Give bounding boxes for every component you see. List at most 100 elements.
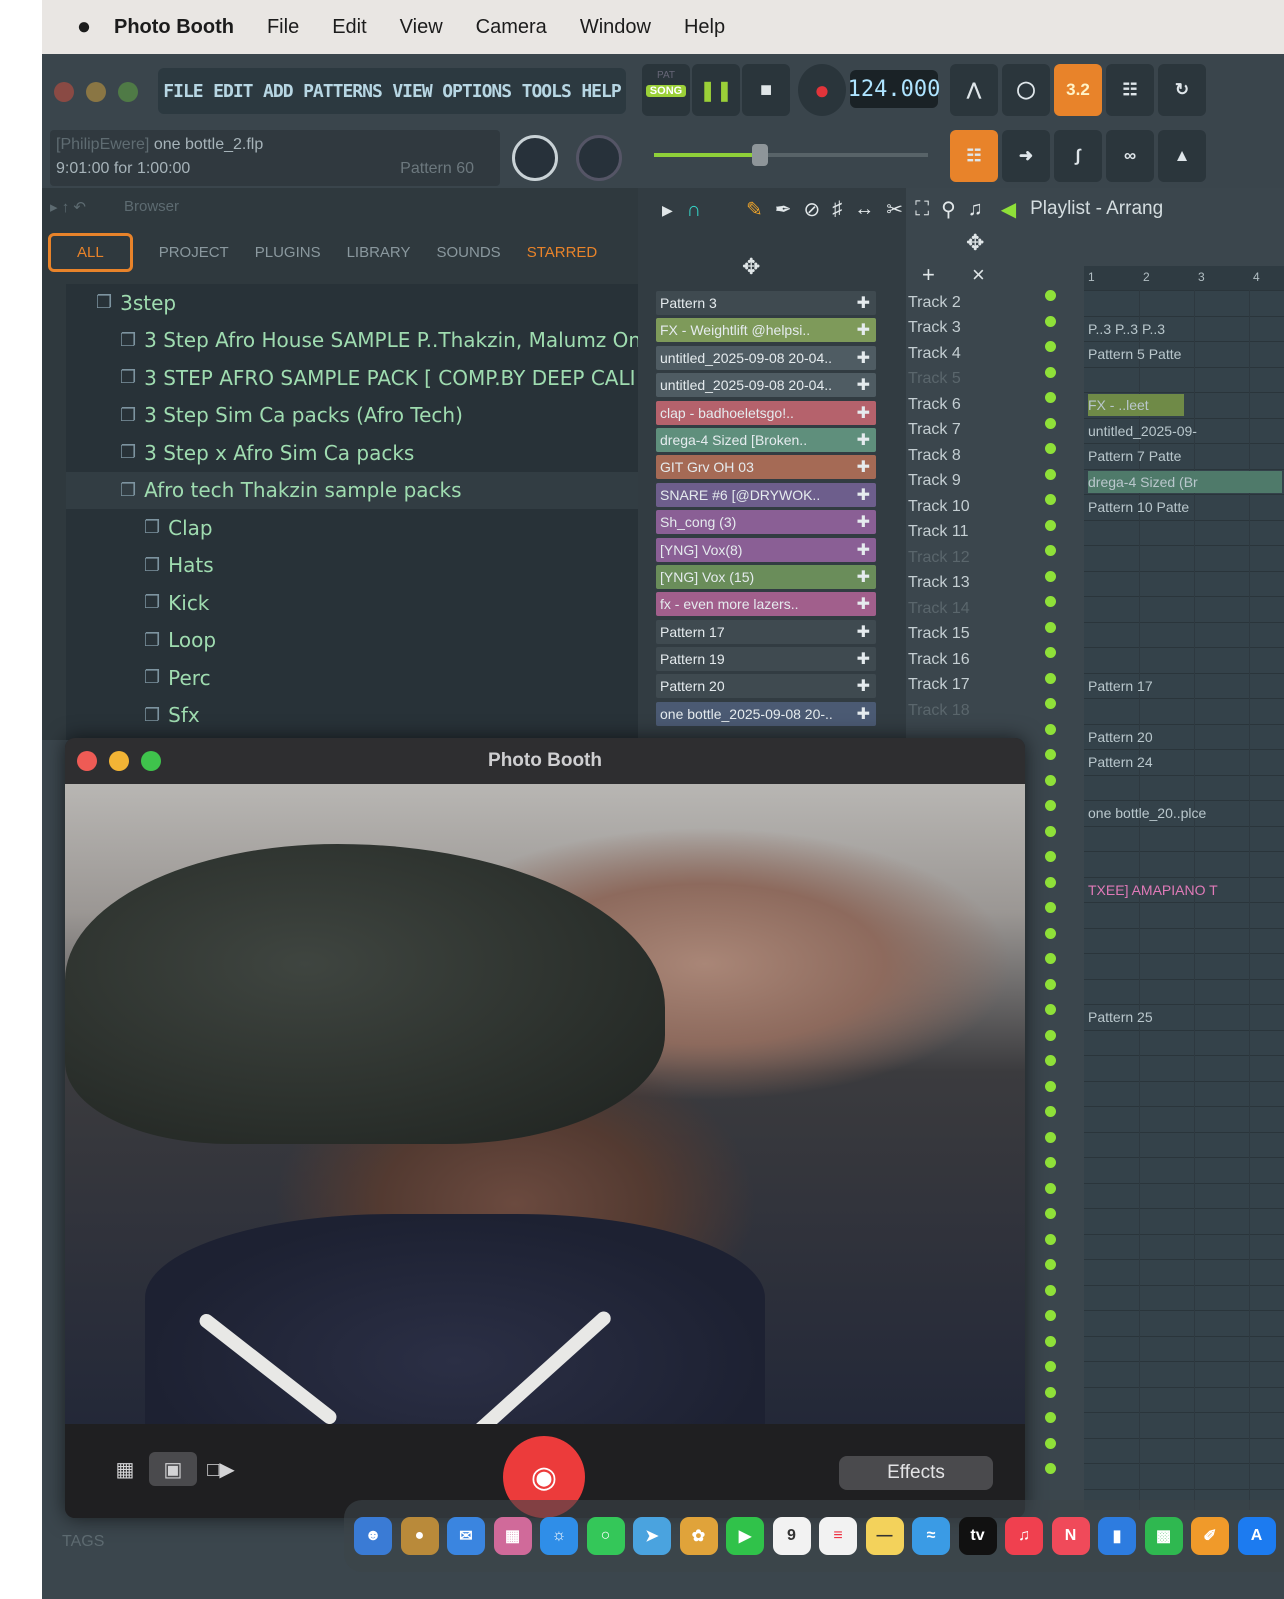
track-mute-led[interactable] bbox=[1045, 698, 1056, 709]
track-mute-led[interactable] bbox=[1045, 621, 1056, 633]
pattern-move-icon[interactable]: ✚ bbox=[857, 320, 870, 340]
track-mute-led[interactable] bbox=[1045, 1004, 1056, 1015]
photos-icon[interactable]: ✿ bbox=[679, 1517, 718, 1555]
pattern-list-item[interactable]: drega-4 Sized [Broken.. ✚ bbox=[656, 427, 876, 452]
news-icon[interactable]: N bbox=[1051, 1517, 1090, 1555]
finder-icon[interactable]: ☻ bbox=[354, 1517, 392, 1555]
facetime-icon[interactable]: ▶ bbox=[726, 1517, 764, 1555]
pattern-move-icon[interactable]: ✚ bbox=[857, 457, 870, 477]
track-mute-led[interactable] bbox=[1045, 1412, 1056, 1423]
pattern-list-item[interactable]: Pattern 19 ✚ bbox=[656, 647, 876, 672]
menu-help[interactable]: Help bbox=[684, 16, 725, 39]
fl-menu-patterns[interactable]: PATTERNS bbox=[303, 81, 383, 102]
step-edit-icon[interactable]: ☷ bbox=[1106, 64, 1154, 116]
track-mute-led[interactable] bbox=[1045, 953, 1056, 964]
browser-nav-icon[interactable]: ▸ ↑ ↶ bbox=[50, 198, 86, 216]
pattern-list-item[interactable]: [YNG] Vox (15) ✚ bbox=[656, 564, 876, 589]
pattern-list-item[interactable]: Pattern 17 ✚ bbox=[656, 619, 876, 644]
effects-button[interactable]: Effects bbox=[839, 1456, 993, 1490]
menu-file[interactable]: File bbox=[267, 16, 299, 39]
pattern-move-icon[interactable]: ✚ bbox=[857, 430, 870, 450]
messages-icon[interactable]: ○ bbox=[586, 1517, 625, 1555]
fl-menu-options[interactable]: OPTIONS bbox=[442, 81, 512, 102]
tab-library[interactable]: LIBRARY bbox=[347, 244, 411, 261]
browser-folder-item[interactable]: ❐ 3 Step x Afro Sim Ca packs bbox=[66, 434, 638, 472]
pattern-move-icon[interactable]: ✚ bbox=[857, 649, 870, 669]
fl-close-button[interactable] bbox=[54, 82, 74, 102]
track-mute-led[interactable] bbox=[1045, 1080, 1056, 1092]
pause-button[interactable]: ❚❚ bbox=[692, 64, 740, 116]
track-mute-led[interactable] bbox=[1045, 315, 1056, 327]
playlist-clip[interactable]: P..3 P..3 P..3 bbox=[1088, 318, 1282, 340]
track-mute-led[interactable] bbox=[1045, 596, 1056, 607]
track-mute-led[interactable] bbox=[1045, 1157, 1056, 1168]
pattern-move-icon[interactable]: ✚ bbox=[857, 348, 870, 368]
menu-view[interactable]: View bbox=[400, 16, 443, 39]
playlist-clip[interactable]: Pattern 10 Patte bbox=[1088, 496, 1282, 518]
record-button[interactable]: ● bbox=[798, 64, 846, 116]
pattern-list-item[interactable]: GIT Grv OH 03 ✚ bbox=[656, 455, 876, 480]
pattern-list-item[interactable]: clap - badhoeletsgo!.. ✚ bbox=[656, 400, 876, 425]
pattern-list-item[interactable]: one bottle_2025-09-08 20-.. ✚ bbox=[656, 701, 876, 726]
track-mute-led[interactable] bbox=[1045, 1106, 1056, 1117]
tab-starred[interactable]: STARRED bbox=[527, 244, 598, 261]
wait-icon[interactable]: ◯ bbox=[1002, 64, 1050, 116]
playlist-clip[interactable]: Pattern 24 bbox=[1088, 751, 1282, 773]
pattern-move-icon[interactable]: ✚ bbox=[857, 622, 870, 642]
pattern-move-icon[interactable]: ✚ bbox=[857, 485, 870, 505]
track-mute-led[interactable] bbox=[1045, 774, 1056, 786]
master-pitch-knob[interactable] bbox=[576, 135, 622, 181]
safari-icon[interactable]: ☼ bbox=[540, 1517, 578, 1555]
stamp-icon[interactable]: ▲ bbox=[1158, 130, 1206, 182]
track-move-icon[interactable]: ✥ bbox=[966, 230, 984, 256]
metronome-icon[interactable]: ⋀ bbox=[950, 64, 998, 116]
notes-icon[interactable]: — bbox=[865, 1517, 904, 1555]
track-mute-led[interactable] bbox=[1045, 851, 1056, 862]
track-mute-led[interactable] bbox=[1045, 1437, 1056, 1449]
track-mute-led[interactable] bbox=[1045, 672, 1056, 684]
master-volume-knob[interactable] bbox=[512, 135, 558, 181]
tab-project[interactable]: PROJECT bbox=[159, 244, 229, 261]
pages-icon[interactable]: ✐ bbox=[1191, 1517, 1229, 1555]
track-mute-led[interactable] bbox=[1045, 468, 1056, 480]
track-mute-led[interactable] bbox=[1045, 1463, 1056, 1474]
tab-plugins[interactable]: PLUGINS bbox=[255, 244, 321, 261]
delete-tool-icon[interactable]: ⊘ bbox=[804, 197, 821, 222]
track-mute-led[interactable] bbox=[1045, 417, 1056, 429]
track-mute-led[interactable] bbox=[1045, 570, 1056, 582]
browser-folder-item[interactable]: ❐ Sfx bbox=[66, 697, 638, 735]
plugin-icon[interactable]: ∫ bbox=[1054, 130, 1102, 182]
tab-sounds[interactable]: SOUNDS bbox=[437, 244, 501, 261]
pattern-move-icon[interactable]: ✚ bbox=[857, 567, 870, 587]
playlist-ruler[interactable]: 1 2 3 4 bbox=[1084, 266, 1284, 290]
browser-folder-item[interactable]: ❐ Perc bbox=[66, 659, 638, 697]
track-mute-led[interactable] bbox=[1045, 876, 1056, 888]
pattern-list-item[interactable]: untitled_2025-09-08 20-04.. ✚ bbox=[656, 373, 876, 398]
mail-icon[interactable]: ✉ bbox=[447, 1517, 485, 1555]
browser-folder-item[interactable]: ❐ 3 Step Sim Ca packs (Afro Tech) bbox=[66, 397, 638, 435]
browser-folder-item[interactable]: ❐ 3step bbox=[66, 284, 638, 322]
fl-menu-add[interactable]: ADD bbox=[263, 81, 293, 102]
track-mute-led[interactable] bbox=[1045, 1208, 1056, 1219]
track-mute-led[interactable] bbox=[1045, 800, 1056, 811]
playback-tool-icon[interactable]: ♫ bbox=[968, 198, 983, 221]
playlist-clip[interactable]: one bottle_20..plce bbox=[1088, 802, 1282, 824]
track-mute-led[interactable] bbox=[1045, 1233, 1056, 1245]
browser-folder-item[interactable]: ❐ 3 Step Afro House SAMPLE P..Thakzin, Ma… bbox=[66, 322, 638, 360]
move-icon[interactable]: ✥ bbox=[742, 254, 760, 280]
browser-folder-item[interactable]: ❐ Loop bbox=[66, 622, 638, 660]
playlist-clip[interactable]: Pattern 20 bbox=[1088, 726, 1282, 748]
track-mute-led[interactable] bbox=[1045, 749, 1056, 760]
keynote-icon[interactable]: ▮ bbox=[1098, 1517, 1136, 1555]
slip-tool-icon[interactable]: ↔ bbox=[854, 198, 874, 221]
snap-button[interactable]: 3.2 bbox=[1054, 64, 1102, 116]
apple-tv-icon[interactable]: tv bbox=[958, 1517, 997, 1555]
pattern-list-item[interactable]: untitled_2025-09-08 20-04.. ✚ bbox=[656, 345, 876, 370]
piano-roll-icon[interactable]: ☷ bbox=[950, 130, 998, 182]
fl-menu-file[interactable]: FILE bbox=[163, 81, 203, 102]
track-mute-led[interactable] bbox=[1045, 978, 1056, 990]
track-mute-led[interactable] bbox=[1045, 1055, 1056, 1066]
track-mute-led[interactable] bbox=[1045, 1335, 1056, 1347]
pattern-move-icon[interactable]: ✚ bbox=[857, 540, 870, 560]
slice-tool-icon[interactable]: ✂ bbox=[886, 197, 903, 222]
